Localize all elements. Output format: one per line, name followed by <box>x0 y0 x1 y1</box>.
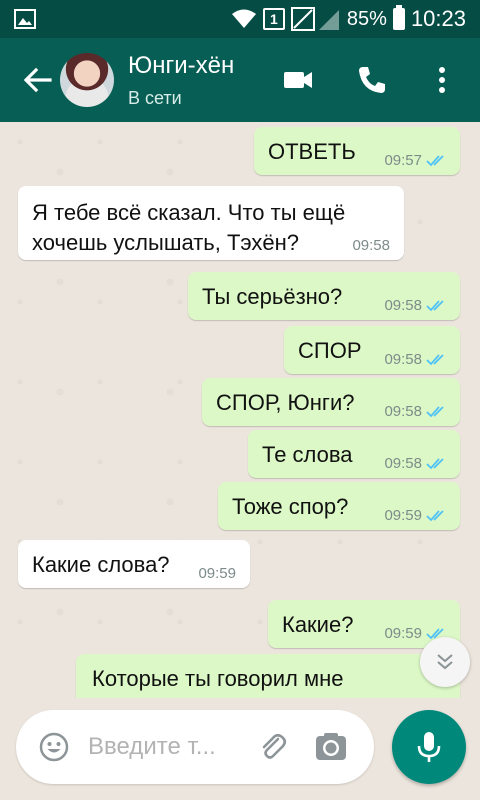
more-vert-icon[interactable] <box>424 62 460 98</box>
chevron-down-icon <box>437 654 453 670</box>
message-outgoing[interactable]: Ты серьёзно? 09:58 <box>188 272 460 320</box>
composer <box>0 698 480 800</box>
message-text: СПОР, Юнги? <box>216 390 355 415</box>
signal-icon <box>290 7 339 31</box>
time-label: 09:57 <box>384 152 422 169</box>
double-check-icon <box>426 154 444 166</box>
message-text: ОТВЕТЬ <box>268 139 356 164</box>
message-incoming[interactable]: Я тебе всё сказал. Что ты ещё хочешь усл… <box>18 186 404 260</box>
message-input-box[interactable] <box>16 710 374 784</box>
message-time: 09:59 <box>198 565 236 582</box>
chat-header: Юнги-хён В сети <box>0 38 480 122</box>
phone-icon[interactable] <box>354 62 390 98</box>
message-time: 09:58 <box>384 351 448 368</box>
back-arrow-icon[interactable] <box>20 62 56 98</box>
time-label: 09:58 <box>384 297 422 314</box>
message-time: 09:59 <box>384 507 448 524</box>
message-list[interactable]: ОТВЕТЬ 09:57 Я тебе всё сказал. Что ты е… <box>0 122 480 698</box>
message-time: 09:57 <box>384 152 448 169</box>
camera-icon[interactable] <box>314 731 348 763</box>
message-time: 09:58 <box>384 455 448 472</box>
message-text: Те слова <box>262 442 353 467</box>
contact-status: В сети <box>128 88 182 108</box>
attach-icon[interactable] <box>256 730 290 764</box>
message-outgoing[interactable]: Тоже спор? 09:59 <box>218 482 460 530</box>
message-input[interactable] <box>88 728 248 766</box>
gallery-icon <box>14 9 36 29</box>
sim-icon: 1 <box>262 8 285 30</box>
double-check-icon <box>426 405 444 417</box>
time-label: 09:58 <box>384 403 422 420</box>
emoji-icon[interactable] <box>38 731 70 763</box>
message-text: Тоже спор? <box>232 494 349 519</box>
message-text: Которые ты говорил мне <box>92 666 344 691</box>
time-label: 09:58 <box>352 237 390 254</box>
message-time: 09:58 <box>384 403 448 420</box>
mic-button[interactable] <box>392 710 466 784</box>
avatar[interactable] <box>60 53 114 107</box>
message-text: СПОР <box>298 338 362 363</box>
wifi-icon <box>231 9 256 28</box>
message-time: 09:58 <box>352 237 390 254</box>
time-label: 09:59 <box>384 625 422 642</box>
message-text: Какие? <box>282 612 354 637</box>
message-outgoing[interactable]: СПОР 09:58 <box>284 326 460 374</box>
time-label: 09:59 <box>384 507 422 524</box>
scroll-to-bottom-button[interactable] <box>420 637 470 687</box>
battery-icon <box>392 5 405 30</box>
status-bar: 1 85% 10:23 <box>0 0 480 38</box>
message-time: 09:58 <box>384 297 448 314</box>
time-label: 09:58 <box>384 351 422 368</box>
battery-percent: 85% <box>346 7 387 30</box>
message-text: Какие слова? <box>32 552 170 577</box>
time-label: 09:58 <box>384 455 422 472</box>
double-check-icon <box>426 509 444 521</box>
message-outgoing[interactable]: СПОР, Юнги? 09:58 <box>202 378 460 426</box>
double-check-icon <box>426 299 444 311</box>
message-incoming[interactable]: Какие слова? 09:59 <box>18 540 250 588</box>
message-outgoing[interactable]: ОТВЕТЬ 09:57 <box>254 127 460 175</box>
video-call-icon[interactable] <box>280 62 316 98</box>
message-text: Ты серьёзно? <box>202 284 343 309</box>
contact-name[interactable]: Юнги-хён <box>128 52 234 80</box>
message-text: Я тебе всё сказал. Что ты ещё хочешь усл… <box>32 200 346 255</box>
clock: 10:23 <box>410 6 466 31</box>
mic-icon <box>417 732 441 762</box>
time-label: 09:59 <box>198 565 236 582</box>
double-check-icon <box>426 353 444 365</box>
message-outgoing[interactable]: Которые ты говорил мне <box>76 654 460 698</box>
double-check-icon <box>426 457 444 469</box>
message-outgoing[interactable]: Те слова 09:58 <box>248 430 460 478</box>
